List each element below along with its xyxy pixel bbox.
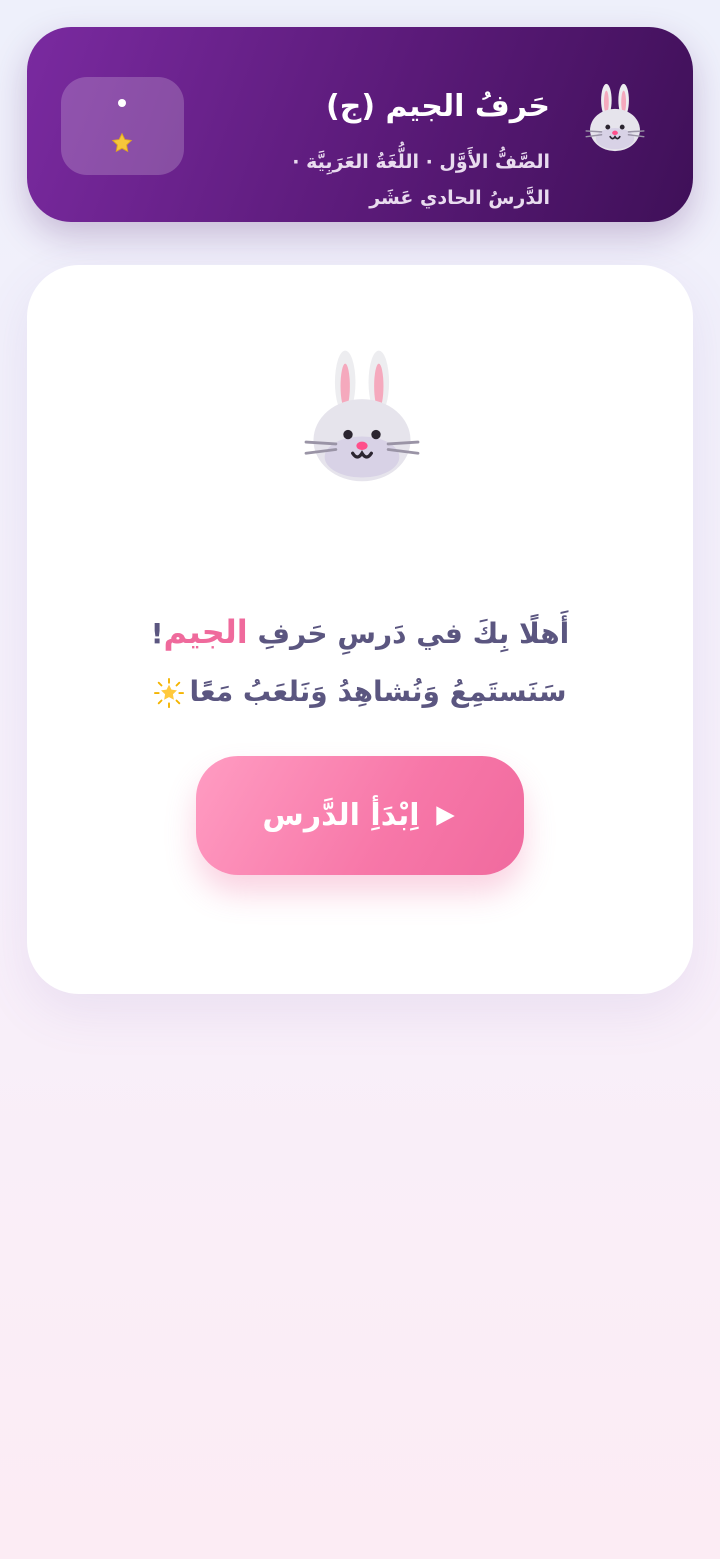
star-icon (111, 132, 133, 153)
welcome-suffix: ! (150, 617, 164, 650)
start-lesson-label: اِبْدَأِ الدَّرس (262, 798, 420, 833)
welcome-line-2: سَنَستَمِعُ وَنُشاهِدُ وَنَلعَبُ مَعًا (27, 670, 693, 714)
letter-name: الجيم (163, 613, 248, 651)
start-lesson-button[interactable]: اِبْدَأِ الدَّرس (196, 756, 524, 875)
welcome-message: أَهلًا بِكَ في دَرسِ حَرفِ الجيم! (27, 610, 693, 656)
score-indicator (118, 99, 126, 107)
lesson-header: حَرفُ الجيم (ج) الصَّفُّ الأَوَّل · اللُ… (27, 27, 693, 222)
bunny-mascot-icon (304, 350, 420, 482)
welcome-card: أَهلًا بِكَ في دَرسِ حَرفِ الجيم! سَنَست… (27, 265, 693, 994)
lesson-title: حَرفُ الجيم (ج) (325, 89, 550, 124)
welcome-activities: سَنَستَمِعُ وَنُشاهِدُ وَنَلعَبُ مَعًا (189, 675, 567, 708)
bunny-icon (585, 83, 645, 152)
score-badge (61, 77, 184, 175)
sparkle-star-icon (153, 678, 184, 708)
welcome-prefix: أَهلًا بِكَ في دَرسِ حَرفِ (257, 617, 570, 650)
play-icon (435, 805, 455, 826)
lesson-subtitle: الصَّفُّ الأَوَّل · اللُّغَةُ العَرَبِيَ… (292, 151, 550, 209)
